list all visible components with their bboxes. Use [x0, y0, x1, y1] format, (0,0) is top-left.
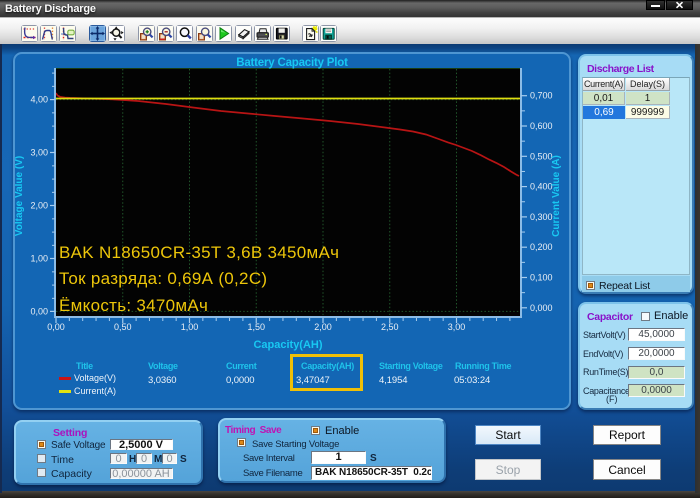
svg-text:0,600: 0,600: [530, 121, 553, 131]
svg-text:1,50: 1,50: [247, 322, 265, 332]
svg-text:3,00: 3,00: [448, 322, 466, 332]
svg-text:Capacity(AH): Capacity(AH): [253, 339, 322, 351]
svg-text:2,00: 2,00: [314, 322, 332, 332]
svg-text:0,200: 0,200: [530, 242, 553, 252]
svg-text:0,50: 0,50: [114, 322, 132, 332]
svg-text:0,700: 0,700: [530, 91, 553, 101]
svg-text:2,00: 2,00: [30, 201, 48, 211]
svg-text:0,100: 0,100: [530, 273, 553, 283]
svg-text:2,50: 2,50: [381, 322, 399, 332]
svg-text:Voltage Value (V): Voltage Value (V): [15, 156, 25, 236]
svg-text:0,400: 0,400: [530, 182, 553, 192]
svg-text:Current Value (A): Current Value (A): [551, 155, 562, 237]
svg-text:0,00: 0,00: [47, 322, 65, 332]
svg-text:0,500: 0,500: [530, 151, 553, 161]
svg-text:0,00: 0,00: [30, 306, 48, 316]
svg-text:1,00: 1,00: [30, 254, 48, 264]
svg-text:0,300: 0,300: [530, 212, 553, 222]
svg-text:1,00: 1,00: [181, 322, 199, 332]
svg-text:3,00: 3,00: [30, 148, 48, 158]
svg-text:0,000: 0,000: [530, 303, 553, 313]
svg-text:4,00: 4,00: [30, 95, 48, 105]
